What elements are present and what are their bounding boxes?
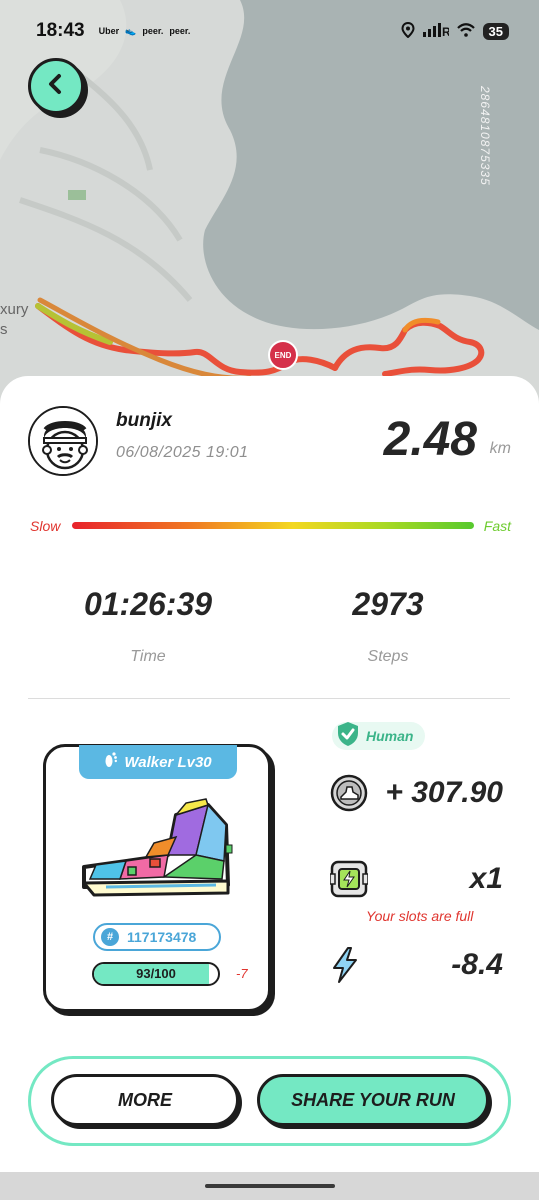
sneaker-icon [76, 795, 236, 910]
run-datetime: 06/08/2025 19:01 [116, 444, 249, 461]
footprint-icon [104, 751, 118, 773]
speed-gradient-bar [72, 522, 474, 529]
avatar[interactable] [28, 406, 98, 476]
status-bar: 18:43 Uber 👟 peer. peer. R 35 [0, 0, 539, 62]
slots-value: x1 [469, 862, 503, 895]
human-badge: Human [332, 721, 426, 752]
divider [28, 698, 510, 699]
energy-bolt-icon [330, 946, 368, 984]
distance-unit: km [489, 440, 511, 457]
peer-notification-label: peer. [142, 26, 164, 36]
shoe-id-chip[interactable]: # 117173478 [93, 923, 221, 951]
human-label: Human [366, 728, 414, 744]
chevron-left-icon [45, 73, 67, 100]
shoe-tier-tag: Walker Lv30 [79, 745, 237, 779]
shoe-notification-icon: 👟 [125, 25, 137, 36]
route-id-label: 2864810875335 [478, 86, 492, 186]
end-marker: END [268, 340, 298, 370]
durability-delta: -7 [236, 966, 248, 981]
battery-icon: 35 [482, 22, 509, 40]
steps-value: 2973 [352, 586, 424, 622]
slots-full-message: Your slots are full [366, 908, 474, 924]
time-value: 01:26:39 [83, 586, 213, 622]
map-place-label: xury s [0, 301, 29, 338]
shoe-tier-label: Walker Lv30 [124, 753, 212, 771]
uber-notification-label: Uber [98, 26, 120, 36]
token-icon [330, 774, 368, 812]
status-notifications: Uber 👟 peer. peer. [99, 26, 191, 37]
svg-text:R: R [442, 25, 449, 37]
action-bar: MORE SHARE YOUR RUN [28, 1056, 511, 1146]
speed-slow-label: Slow [30, 518, 61, 534]
time-label: Time [130, 648, 166, 665]
steps-label: Steps [367, 648, 409, 665]
wifi-icon [456, 22, 475, 40]
slot-icon [329, 860, 369, 898]
durability-text: 93/100 [136, 966, 176, 981]
run-summary-screen: xury s 18:43 Uber 👟 peer. peer. R 35 286… [0, 0, 539, 1200]
run-summary-sheet: bunjix 06/08/2025 19:01 2.48 km Slow Fas… [0, 376, 539, 1172]
share-run-button[interactable]: SHARE YOUR RUN [257, 1074, 489, 1126]
location-icon [401, 21, 415, 41]
more-button[interactable]: MORE [51, 1074, 239, 1126]
distance-value: 2.48 [383, 413, 477, 466]
shoe-id: 117173478 [127, 929, 197, 945]
navigation-bar [0, 1172, 539, 1200]
signal-icon: R [422, 22, 451, 40]
shield-check-icon [336, 721, 360, 752]
back-button[interactable] [28, 58, 84, 114]
peer-notification-label-2: peer. [169, 26, 191, 36]
energy-value: -8.4 [451, 948, 503, 981]
speed-fast-label: Fast [483, 518, 511, 534]
earned-value: + 307.90 [385, 776, 503, 809]
durability-bar: 93/100 [92, 962, 220, 986]
status-right: R 35 [401, 21, 509, 41]
username: bunjix [116, 410, 172, 431]
hash-icon: # [101, 928, 119, 946]
home-gesture-handle[interactable] [205, 1184, 335, 1188]
status-time: 18:43 [36, 20, 85, 41]
